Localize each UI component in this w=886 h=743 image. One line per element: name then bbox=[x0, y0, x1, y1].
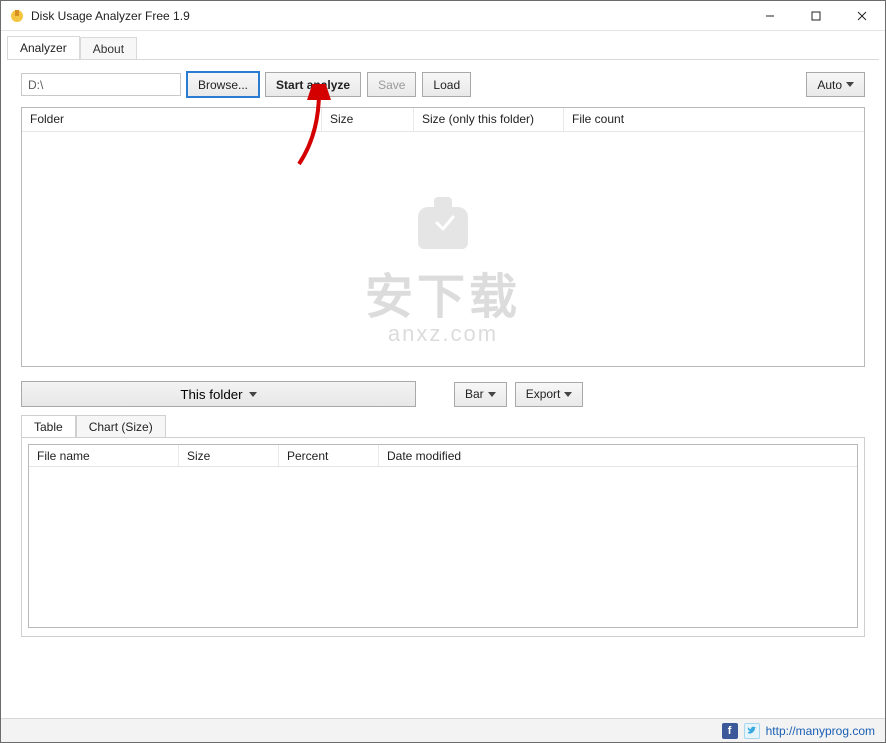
start-analyze-button[interactable]: Start analyze bbox=[265, 72, 361, 97]
tab-about[interactable]: About bbox=[80, 37, 137, 60]
chevron-down-icon bbox=[488, 392, 496, 397]
lower-panel: File name Size Percent Date modified bbox=[21, 437, 865, 637]
file-table[interactable]: File name Size Percent Date modified bbox=[28, 444, 858, 628]
tab-table[interactable]: Table bbox=[21, 415, 76, 438]
homepage-link[interactable]: http://manyprog.com bbox=[766, 724, 875, 738]
lower-tabs: Table Chart (Size) bbox=[21, 415, 865, 438]
auto-dropdown[interactable]: Auto bbox=[806, 72, 865, 97]
col-file-size[interactable]: Size bbox=[179, 445, 279, 466]
this-folder-dropdown[interactable]: This folder bbox=[21, 381, 416, 407]
bar-dropdown[interactable]: Bar bbox=[454, 382, 507, 407]
twitter-icon[interactable] bbox=[744, 723, 760, 739]
col-folder[interactable]: Folder bbox=[22, 108, 322, 131]
load-button[interactable]: Load bbox=[422, 72, 471, 97]
export-dropdown[interactable]: Export bbox=[515, 382, 584, 407]
watermark: 安下载 anxz.com bbox=[365, 189, 521, 347]
col-file-name[interactable]: File name bbox=[29, 445, 179, 466]
save-button[interactable]: Save bbox=[367, 72, 416, 97]
minimize-button[interactable] bbox=[747, 1, 793, 31]
col-size[interactable]: Size bbox=[322, 108, 414, 131]
tree-body: 安下载 anxz.com bbox=[22, 132, 864, 366]
app-window: Disk Usage Analyzer Free 1.9 Analyzer Ab… bbox=[0, 0, 886, 743]
close-button[interactable] bbox=[839, 1, 885, 31]
maximize-button[interactable] bbox=[793, 1, 839, 31]
auto-label: Auto bbox=[817, 78, 842, 92]
tab-analyzer[interactable]: Analyzer bbox=[7, 36, 80, 59]
main-tabs: Analyzer About bbox=[1, 31, 885, 59]
app-icon bbox=[9, 8, 25, 24]
analyzer-panel: Browse... Start analyze Save Load Auto F… bbox=[7, 59, 879, 712]
folder-tree[interactable]: Folder Size Size (only this folder) File… bbox=[21, 107, 865, 367]
status-bar: f http://manyprog.com bbox=[1, 718, 885, 742]
tree-header: Folder Size Size (only this folder) File… bbox=[22, 108, 864, 132]
export-label: Export bbox=[526, 387, 561, 401]
col-date-modified[interactable]: Date modified bbox=[379, 445, 529, 466]
this-folder-label: This folder bbox=[180, 387, 242, 402]
window-title: Disk Usage Analyzer Free 1.9 bbox=[31, 9, 190, 23]
file-table-header: File name Size Percent Date modified bbox=[29, 445, 857, 467]
bar-label: Bar bbox=[465, 387, 484, 401]
path-input[interactable] bbox=[21, 73, 181, 96]
col-file-count[interactable]: File count bbox=[564, 108, 644, 131]
mid-controls: This folder Bar Export bbox=[21, 381, 865, 407]
browse-button[interactable]: Browse... bbox=[187, 72, 259, 97]
chevron-down-icon bbox=[846, 82, 854, 87]
watermark-text: 安下载 bbox=[365, 257, 521, 327]
facebook-icon[interactable]: f bbox=[722, 723, 738, 739]
col-percent[interactable]: Percent bbox=[279, 445, 379, 466]
toolbar: Browse... Start analyze Save Load Auto bbox=[21, 72, 865, 97]
col-size-only[interactable]: Size (only this folder) bbox=[414, 108, 564, 131]
tab-chart-size[interactable]: Chart (Size) bbox=[76, 415, 166, 438]
watermark-domain: anxz.com bbox=[365, 321, 521, 347]
chevron-down-icon bbox=[564, 392, 572, 397]
chevron-down-icon bbox=[249, 392, 257, 397]
title-bar: Disk Usage Analyzer Free 1.9 bbox=[1, 1, 885, 31]
